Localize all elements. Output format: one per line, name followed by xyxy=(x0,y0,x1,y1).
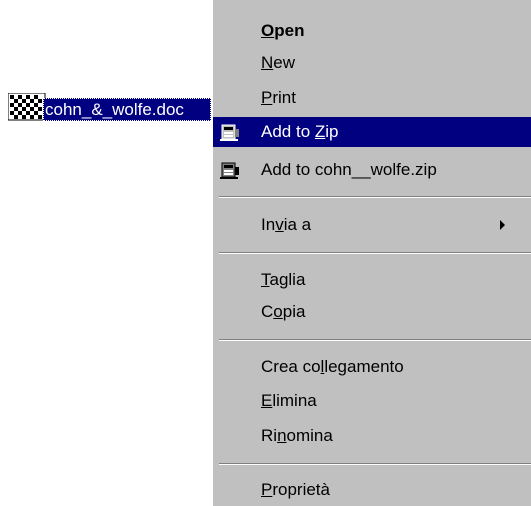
submenu-arrow-icon xyxy=(500,220,505,230)
menu-item-add-to-zip[interactable]: Add to Zip xyxy=(213,117,531,147)
context-menu: Open New Print Add to Zip Add to cohn__w… xyxy=(211,0,531,506)
menu-item-new[interactable]: New xyxy=(213,48,531,78)
menu-item-label: Elimina xyxy=(261,391,317,410)
file-name-label[interactable]: cohn_&_wolfe.doc xyxy=(43,98,211,121)
menu-item-label: Add to cohn__wolfe.zip xyxy=(261,160,437,179)
menu-item-label: Proprietà xyxy=(261,480,330,499)
menu-item-add-to-named-zip[interactable]: Add to cohn__wolfe.zip xyxy=(213,155,531,185)
winzip-icon xyxy=(219,159,241,181)
menu-item-copy[interactable]: Copia xyxy=(213,297,531,327)
menu-item-label: Rinomina xyxy=(261,426,333,445)
menu-item-properties[interactable]: Proprietà xyxy=(213,475,531,505)
menu-item-label: Copia xyxy=(261,302,306,321)
menu-separator xyxy=(219,339,531,341)
menu-item-label: Crea collegamento xyxy=(261,357,404,376)
menu-item-open[interactable]: Open xyxy=(213,16,531,46)
menu-item-cut[interactable]: Taglia xyxy=(213,265,531,295)
menu-item-rename[interactable]: Rinomina xyxy=(213,421,531,451)
menu-item-create-shortcut[interactable]: Crea collegamento xyxy=(213,352,531,382)
document-icon[interactable] xyxy=(7,92,46,121)
menu-item-send-to[interactable]: Invia a xyxy=(213,210,531,240)
menu-separator xyxy=(219,463,531,465)
menu-item-delete[interactable]: Elimina xyxy=(213,386,531,416)
menu-item-label: Print xyxy=(261,88,296,107)
menu-item-label: Add to Zip xyxy=(261,122,339,141)
winzip-icon xyxy=(219,121,241,143)
menu-item-label: Invia a xyxy=(261,215,312,234)
menu-item-label: New xyxy=(261,53,296,72)
menu-separator xyxy=(219,252,531,254)
menu-item-label: Taglia xyxy=(261,270,306,289)
menu-item-label: Open xyxy=(261,21,305,40)
menu-item-print[interactable]: Print xyxy=(213,83,531,113)
menu-separator xyxy=(219,196,531,198)
